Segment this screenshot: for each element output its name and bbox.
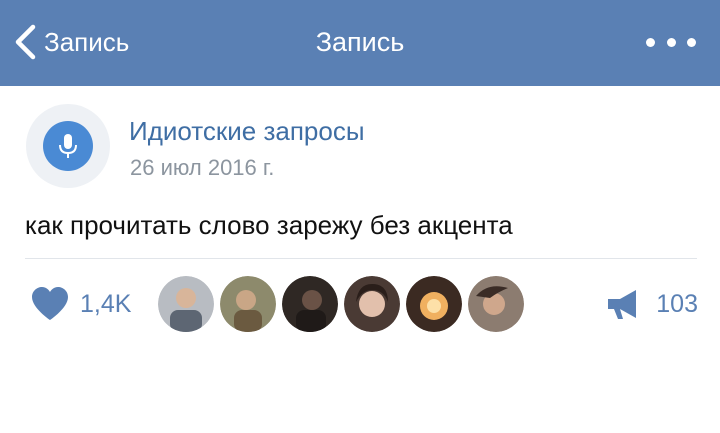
author-avatar[interactable] [26,104,110,188]
like-count: 1,4K [80,289,132,318]
megaphone-icon [608,290,637,319]
more-options-button[interactable] [646,30,696,54]
dot-icon [666,37,676,47]
liker-avatar[interactable] [158,276,214,332]
share-count: 103 [656,289,698,318]
like-button[interactable]: 1,4K [30,284,131,324]
liker-avatar[interactable] [220,276,276,332]
liker-avatar[interactable] [406,276,462,332]
liker-avatar[interactable] [282,276,338,332]
dot-icon [646,37,655,47]
dot-icon [687,37,696,47]
liker-avatar[interactable] [468,276,524,332]
post-date: 26 июл 2016 г. [130,155,275,180]
microphone-icon [59,134,77,158]
author-name[interactable]: Идиотские запросы [129,116,365,147]
post-text: как прочитать слово зарежу без акцента [25,210,513,240]
share-button[interactable]: 103 [604,284,698,324]
heart-icon [32,287,68,320]
liker-avatar[interactable] [344,276,400,332]
divider [25,258,697,259]
page-title: Запись [315,26,405,57]
navigation-bar: Запись Запись [0,0,720,86]
